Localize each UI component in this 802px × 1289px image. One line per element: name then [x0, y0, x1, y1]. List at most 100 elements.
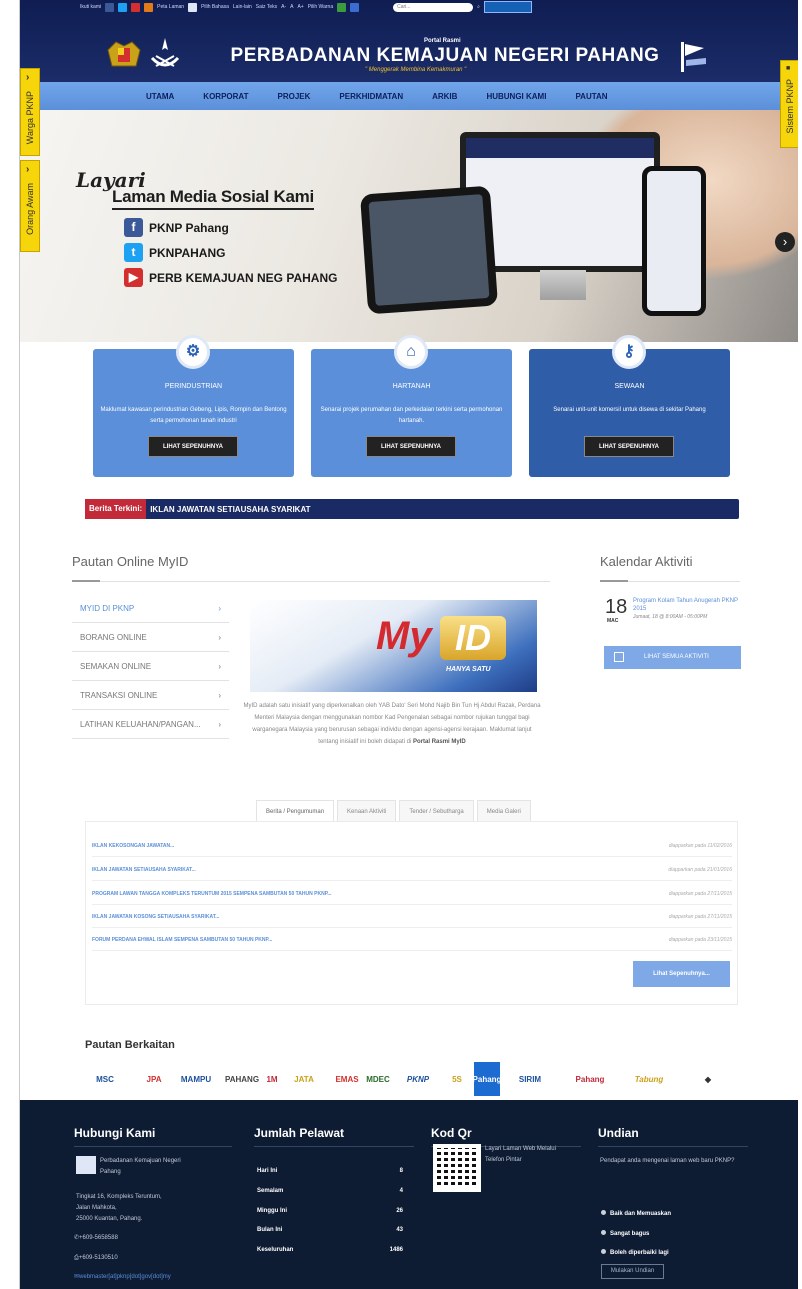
qr-code-icon: [433, 1144, 481, 1192]
sitemap-link[interactable]: Peta Laman: [157, 4, 184, 10]
myid-menu-item[interactable]: LATIHAN KELUAHAN/PANGAN... ›: [72, 710, 229, 739]
twitter-small-icon[interactable]: [118, 2, 128, 12]
window-frame-left: [0, 0, 20, 1289]
key-icon: ⚷: [612, 335, 646, 369]
myid-menu-item[interactable]: BORANG ONLINE ›: [72, 623, 229, 652]
logo-5s[interactable]: Pahang: [473, 1062, 501, 1096]
news-more-button[interactable]: Lihat Sepenuhnya...: [633, 961, 730, 987]
logo-green[interactable]: MDEC: [366, 1062, 390, 1096]
news-ticker[interactable]: Berita Terkini: IKLAN JAWATAN SETIAUSAHA…: [85, 499, 739, 519]
news-row[interactable]: FORUM PERDANA EHWAL ISLAM SEMPENA SAMBUT…: [92, 929, 732, 951]
qr-text: Layari Laman Web Melalui Telefon Pintar: [485, 1146, 556, 1163]
nav-korporat[interactable]: KORPORAT: [203, 92, 248, 101]
logo-emas[interactable]: EMAS: [332, 1062, 362, 1096]
visitor-row: Semalam 4: [257, 1188, 403, 1194]
language-link[interactable]: Pilih Bahasa: [201, 4, 229, 10]
text-larger-button[interactable]: A+: [297, 4, 303, 10]
text-normal-button[interactable]: A: [290, 4, 293, 10]
footer-org: Perbadanan Kemajuan Negeri Pahang: [100, 1158, 181, 1175]
rss-small-icon[interactable]: [144, 2, 154, 12]
tab-berita[interactable]: Berita / Pengumuman: [256, 800, 335, 822]
nav-hubungi-kami[interactable]: HUBUNGI KAMI: [486, 92, 546, 101]
myid-menu-item[interactable]: TRANSAKSI ONLINE ›: [72, 681, 229, 710]
nav-arkib[interactable]: ARKIB: [432, 92, 457, 101]
lock-icon: ■: [786, 65, 791, 72]
logo-pknp[interactable]: 5S: [446, 1062, 468, 1096]
social-label: PKNP Pahang: [149, 220, 229, 235]
hero-social-youtube[interactable]: ▶ PERB KEMAJUAN NEG PAHANG: [124, 268, 337, 287]
visitor-row: Keseluruhan 1486: [257, 1247, 403, 1253]
tab-warga-pknp[interactable]: › Warga PKNP: [20, 68, 40, 156]
chevron-right-icon: ›: [26, 72, 30, 83]
tab-media-galeri[interactable]: Media Galeri: [476, 800, 531, 822]
search-input[interactable]: Cari...: [393, 2, 474, 12]
service-more-button[interactable]: LIHAT SEPENUHNYA: [148, 436, 238, 457]
theme-blue-swatch[interactable]: [350, 2, 360, 12]
hero-social-twitter[interactable]: t PKNPAHANG: [124, 243, 225, 262]
logo-pahang-crest[interactable]: PAHANG: [225, 1062, 259, 1096]
flag-my-icon[interactable]: [188, 2, 198, 12]
news-title[interactable]: IKLAN JAWATAN KOSONG SETIAUSAHA SYARIKAT…: [92, 914, 219, 920]
logo-jpa[interactable]: JPA: [140, 1062, 168, 1096]
poll-option[interactable]: Boleh diperbaiki lagi: [601, 1249, 669, 1256]
slider-next-icon[interactable]: ›: [775, 232, 795, 252]
tab-sistem-pknp[interactable]: ■ Sistem PKNP: [780, 60, 800, 148]
poll-option[interactable]: Baik dan Memuaskan: [601, 1210, 671, 1217]
logo-1m[interactable]: 1M: [262, 1062, 282, 1096]
logo-jata[interactable]: JATA: [286, 1062, 322, 1096]
all-events-button[interactable]: LIHAT SEMUA AKTIVITI: [604, 646, 741, 669]
text-smaller-button[interactable]: A-: [281, 4, 286, 10]
myid-portal-link[interactable]: Portal Rasmi MyID: [413, 739, 466, 745]
facebook-small-icon[interactable]: [105, 2, 115, 12]
logo-tabung[interactable]: ◆: [686, 1062, 730, 1096]
event-title[interactable]: Program Kolam Tahun Anugerah PKNP 2015: [633, 597, 741, 613]
visitor-row: Bulan Ini 43: [257, 1227, 403, 1233]
hero-social-facebook[interactable]: f PKNP Pahang: [124, 218, 229, 237]
news-title[interactable]: PROGRAM LAWAN TANGGA KOMPLEKS TERUNTUM 2…: [92, 891, 332, 897]
myid-heading: Pautan Online MyID: [72, 554, 189, 569]
news-row[interactable]: IKLAN JAWATAN SETIAUSAHA SYARIKAT... dia…: [92, 859, 732, 881]
news-date: diapparkan pada 21/01/2016: [668, 866, 732, 873]
news-row[interactable]: IKLAN JAWATAN KOSONG SETIAUSAHA SYARIKAT…: [92, 906, 732, 928]
footer-address-3: 25000 Kuantan, Pahang.: [76, 1216, 143, 1222]
logo-invest-pahang[interactable]: SIRIM: [508, 1062, 552, 1096]
logo-sirim[interactable]: Pahang: [560, 1062, 620, 1096]
nav-perkhidmatan[interactable]: PERKHIDMATAN: [339, 92, 403, 101]
theme-green-swatch[interactable]: [337, 2, 347, 12]
visitor-row: Hari Ini 8: [257, 1168, 403, 1174]
tab-orang-awam[interactable]: › Orang Awam: [20, 160, 40, 252]
tab-tender[interactable]: Tender / Sebutharga: [399, 800, 474, 822]
tab-orang-awam-label: Orang Awam: [25, 183, 35, 235]
nav-pautan[interactable]: PAUTAN: [575, 92, 607, 101]
youtube-small-icon[interactable]: [131, 2, 141, 12]
ticker-text[interactable]: IKLAN JAWATAN SETIAUSAHA SYARIKAT: [150, 505, 310, 514]
logo-mdec[interactable]: PKNP: [398, 1062, 438, 1096]
tab-kenaan-aktiviti[interactable]: Kenaan Aktiviti: [337, 800, 397, 822]
poll-option[interactable]: Sangat bagus: [601, 1230, 649, 1237]
service-card-perindustrian: ⚙ PERINDUSTRIAN Maklumat kawasan perindu…: [93, 335, 294, 477]
nav-utama[interactable]: UTAMA: [146, 92, 174, 101]
service-desc: Senarai projek perumahan dan perkedaian …: [320, 407, 503, 424]
other-link[interactable]: Lain-lain: [233, 4, 252, 10]
news-title[interactable]: IKLAN KEKOSONGAN JAWATAN...: [92, 843, 174, 849]
poll-submit-button[interactable]: Mulakan Undian: [601, 1264, 664, 1279]
myid-menu-item[interactable]: MYID DI PKNP ›: [72, 594, 229, 623]
footer-phone-row: ✆+609-5658588: [74, 1235, 118, 1241]
logo-pahang-tourism[interactable]: Tabung: [624, 1062, 674, 1096]
logo-msc[interactable]: MSC: [88, 1062, 122, 1096]
service-more-button[interactable]: LIHAT SEPENUHNYA: [584, 436, 674, 457]
search-icon[interactable]: ⌕: [477, 4, 480, 10]
news-row[interactable]: PROGRAM LAWAN TANGGA KOMPLEKS TERUNTUM 2…: [92, 883, 732, 905]
service-more-button[interactable]: LIHAT SEPENUHNYA: [366, 436, 456, 457]
news-row[interactable]: IKLAN KEKOSONGAN JAWATAN... diapparkan p…: [92, 835, 732, 857]
news-title[interactable]: IKLAN JAWATAN SETIAUSAHA SYARIKAT...: [92, 867, 196, 873]
logo-mampu[interactable]: MAMPU: [176, 1062, 216, 1096]
ticker-label: Berita Terkini:: [85, 499, 147, 519]
myid-menu-item[interactable]: SEMAKAN ONLINE ›: [72, 652, 229, 681]
myid-banner-my: My: [376, 614, 432, 658]
news-title[interactable]: FORUM PERDANA EHWAL ISLAM SEMPENA SAMBUT…: [92, 937, 272, 943]
footer-email-row[interactable]: ✉webmaster[at]pknp[dot]gov[dot]my: [74, 1272, 171, 1283]
nav-projek[interactable]: PROJEK: [277, 92, 310, 101]
service-title: HARTANAH: [392, 383, 431, 390]
event-month: MAC: [607, 618, 619, 624]
